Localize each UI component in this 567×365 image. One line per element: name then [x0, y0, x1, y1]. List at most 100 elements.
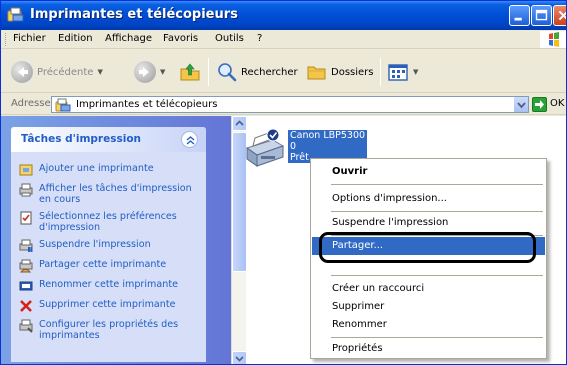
printer-tasks-title: Tâches d'impression: [21, 133, 142, 145]
window-title: Imprimantes et télécopieurs: [30, 7, 238, 22]
delete-icon: [20, 300, 32, 312]
chevron-down-icon: [517, 102, 526, 109]
printer-jobs: 0: [290, 141, 297, 152]
minimize-button[interactable]: [509, 5, 530, 26]
print-queue-icon: [19, 183, 33, 197]
task-label: Partager cette imprimante: [39, 259, 167, 270]
task-label: Configurer les propriétés des imprimante…: [39, 319, 179, 341]
pause-printer-icon: [19, 239, 33, 252]
task-view-queue[interactable]: Afficher les tâches d'impression en cour…: [19, 183, 202, 205]
maximize-button[interactable]: [531, 5, 552, 26]
views-dropdown-icon[interactable]: ▼: [413, 68, 418, 76]
task-label: Renommer cette imprimante: [39, 279, 179, 290]
task-pane: Tâches d'impression Ajouter une impriman…: [1, 116, 231, 364]
task-rename-printer[interactable]: Renommer cette imprimante: [19, 279, 202, 293]
menubar-grip: [5, 33, 7, 46]
ctx-open[interactable]: Ouvrir: [312, 163, 545, 181]
address-field[interactable]: Imprimantes et télécopieurs: [51, 96, 529, 113]
task-label: Afficher les tâches d'impression en cour…: [39, 183, 192, 205]
folders-button[interactable]: Dossiers: [306, 61, 374, 83]
chevron-up-icon: [186, 136, 195, 145]
menu-outils[interactable]: Outils: [215, 33, 244, 44]
folders-label: Dossiers: [331, 66, 374, 78]
toolbar: Précédente ▼ ▼ Rechercher Dossiers ▼: [1, 50, 566, 93]
task-preferences[interactable]: Sélectionnez les préférences d'impressio…: [19, 211, 202, 233]
task-label: Sélectionnez les préférences d'impressio…: [39, 211, 177, 233]
back-dropdown-icon[interactable]: ▼: [97, 68, 102, 76]
printer-folder-icon: [55, 98, 71, 112]
minimize-icon: [514, 17, 522, 21]
task-share-printer[interactable]: Partager cette imprimante: [19, 259, 202, 273]
go-label[interactable]: OK: [550, 98, 564, 109]
ctx-delete[interactable]: Supprimer: [312, 298, 545, 316]
ctx-create-shortcut[interactable]: Créer un raccourci: [312, 280, 545, 298]
back-button[interactable]: Précédente ▼: [11, 61, 103, 83]
task-delete-printer[interactable]: Supprimer cette imprimante: [19, 299, 202, 313]
search-label: Rechercher: [241, 66, 298, 78]
folders-icon: [307, 66, 326, 80]
forward-arrow-icon: [134, 61, 156, 83]
printer-name: Canon LBP5300: [290, 130, 366, 141]
back-arrow-icon: [11, 61, 33, 83]
menu-bar: Fichier Edition Affichage Favoris Outils…: [1, 30, 566, 49]
maximize-icon: [535, 9, 548, 21]
printer-folder-icon: [7, 7, 24, 22]
task-add-printer[interactable]: Ajouter une imprimante: [19, 163, 202, 177]
address-label: Adresse: [11, 98, 51, 109]
back-label: Précédente: [37, 66, 94, 78]
close-icon: [558, 10, 566, 21]
collapse-button[interactable]: [181, 131, 198, 148]
search-icon: [218, 63, 237, 82]
up-folder-button[interactable]: [179, 61, 201, 83]
task-pause-printing[interactable]: Suspendre l'impression: [19, 239, 202, 253]
views-button[interactable]: ▼: [387, 61, 418, 83]
ctx-properties[interactable]: Propriétés: [312, 340, 545, 358]
menu-affichage[interactable]: Affichage: [105, 33, 152, 44]
title-bar[interactable]: Imprimantes et télécopieurs: [1, 1, 566, 30]
ctx-separator: [331, 184, 543, 185]
windows-logo-icon: [540, 31, 566, 48]
menu-help[interactable]: ?: [257, 33, 262, 44]
context-menu: Ouvrir Options d'impression... Suspendre…: [310, 158, 547, 359]
ctx-separator: [331, 211, 543, 212]
toolbar-separator: [380, 58, 381, 86]
go-arrow-icon: [535, 100, 544, 109]
properties-icon: [19, 319, 33, 333]
printer-tasks-header[interactable]: Tâches d'impression: [11, 127, 206, 152]
toolbar-separator: [208, 58, 209, 86]
task-label: Suspendre l'impression: [39, 239, 151, 250]
explorer-window: Imprimantes et télécopieurs Fichier Edit…: [0, 0, 567, 365]
printer-icon[interactable]: [243, 128, 287, 170]
forward-dropdown-icon[interactable]: ▼: [160, 68, 165, 76]
menu-edition[interactable]: Edition: [58, 33, 93, 44]
printer-tasks-box: Tâches d'impression Ajouter une impriman…: [11, 127, 206, 362]
go-button[interactable]: [532, 97, 547, 112]
menu-favoris[interactable]: Favoris: [163, 33, 198, 44]
ctx-separator: [331, 337, 543, 338]
address-value: Imprimantes et télécopieurs: [76, 99, 218, 110]
ctx-rename[interactable]: Renommer: [312, 316, 545, 334]
up-folder-icon: [180, 63, 200, 81]
ctx-share[interactable]: Partager...: [312, 237, 545, 255]
address-bar: Adresse Imprimantes et télécopieurs OK: [1, 94, 566, 115]
task-label: Supprimer cette imprimante: [39, 299, 176, 310]
task-label: Ajouter une imprimante: [39, 163, 154, 174]
rename-icon: [19, 281, 33, 291]
close-button[interactable]: [553, 5, 566, 26]
ctx-separator: [331, 275, 543, 276]
scroll-down-icon: [235, 356, 244, 362]
scroll-down-button[interactable]: [232, 351, 247, 364]
address-dropdown-button[interactable]: [513, 97, 528, 112]
ctx-separator: [331, 235, 543, 236]
ctx-print-options[interactable]: Options d'impression...: [312, 190, 545, 208]
share-printer-icon: [19, 259, 33, 273]
preferences-icon: [20, 211, 32, 225]
forward-button[interactable]: ▼: [134, 61, 165, 83]
menu-fichier[interactable]: Fichier: [13, 33, 46, 44]
printer-task-list: Ajouter une imprimante Afficher les tâch…: [19, 163, 202, 347]
views-icon: [388, 64, 408, 81]
search-button[interactable]: Rechercher: [216, 61, 298, 83]
ctx-pause-printing[interactable]: Suspendre l'impression: [312, 214, 545, 232]
task-printer-properties[interactable]: Configurer les propriétés des imprimante…: [19, 319, 202, 341]
add-printer-icon: [19, 164, 33, 176]
